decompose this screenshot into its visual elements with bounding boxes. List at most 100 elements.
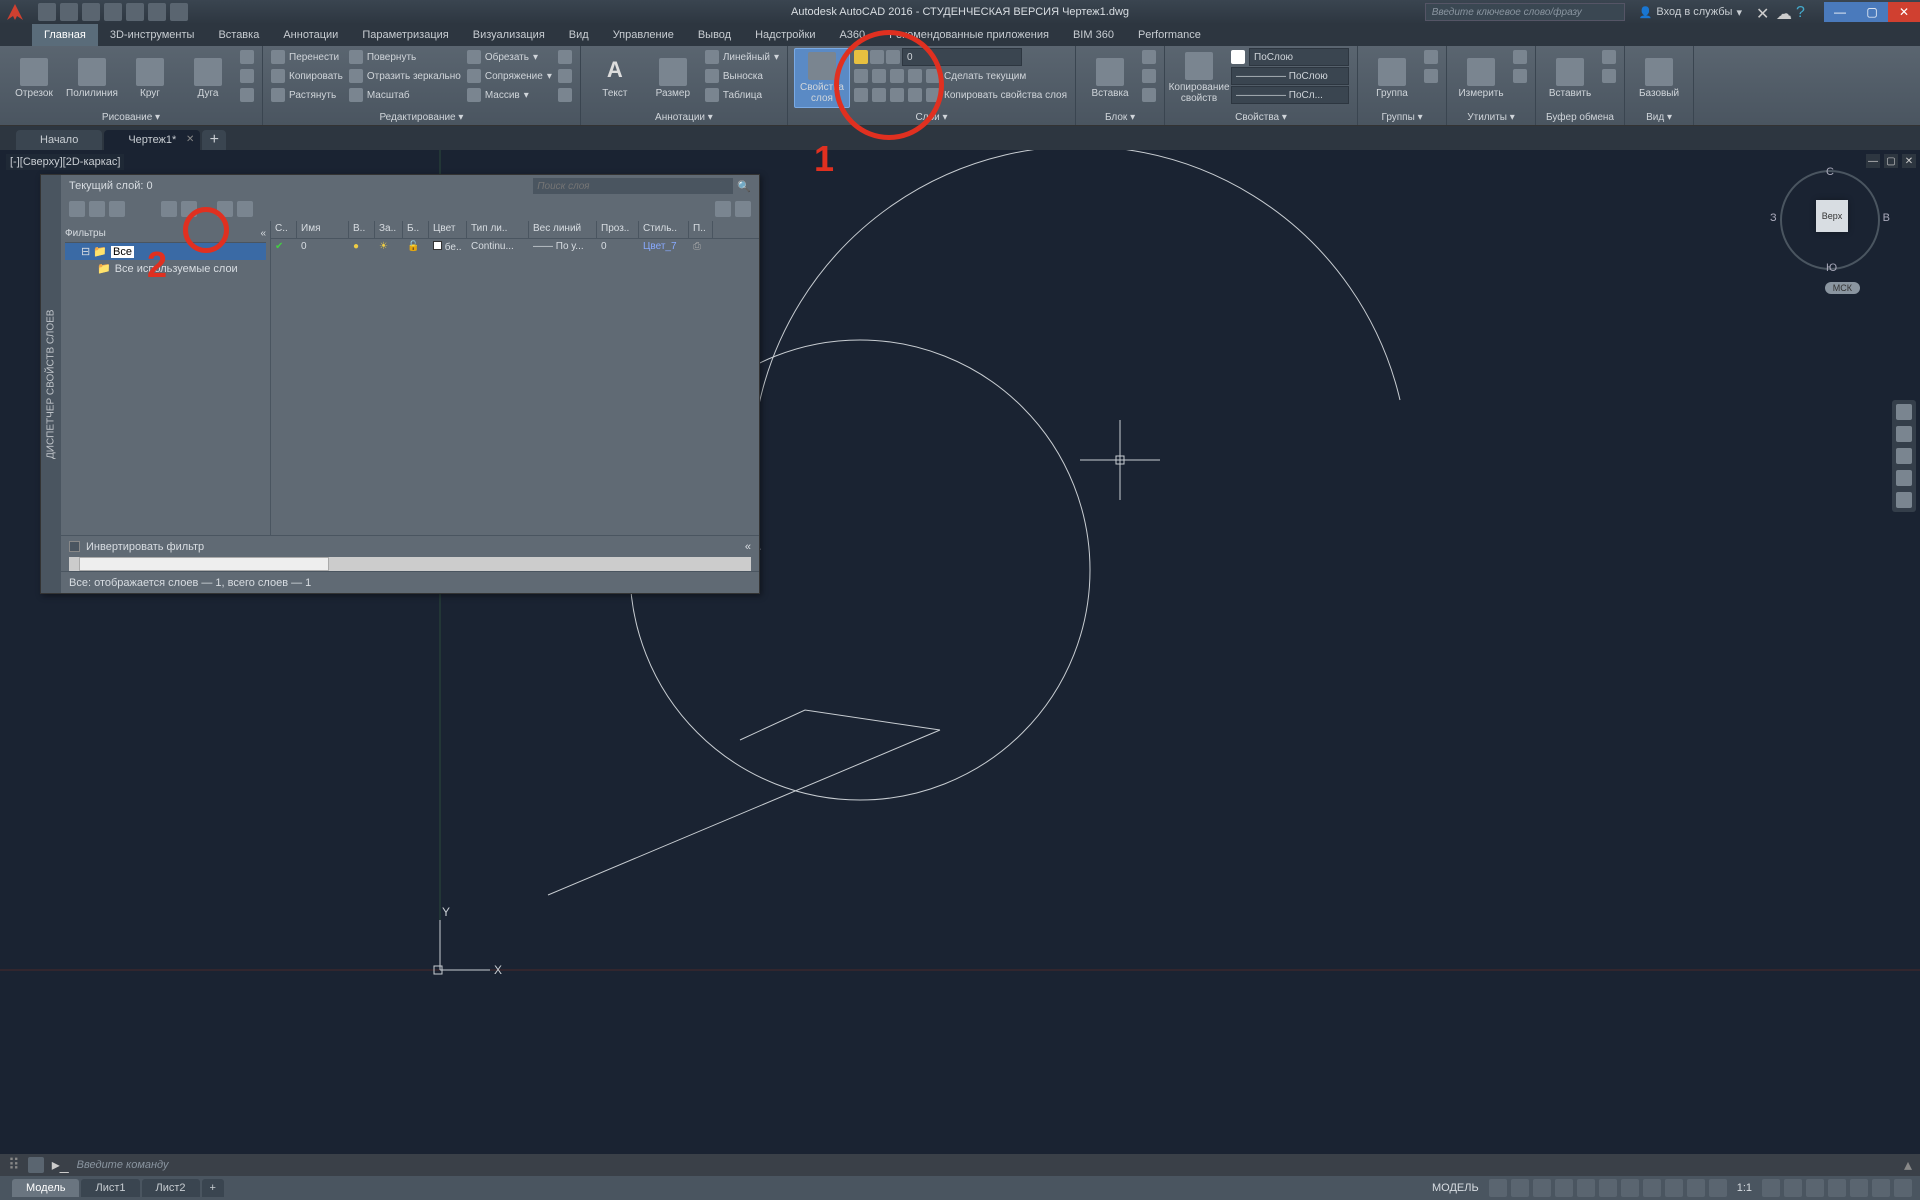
copy-clip-button[interactable]: [1600, 67, 1618, 85]
draw-extra-3[interactable]: [238, 86, 256, 104]
scale-button[interactable]: Масштаб: [347, 86, 463, 104]
qat-redo-icon[interactable]: [170, 3, 188, 21]
new-filter-icon[interactable]: [69, 201, 85, 217]
modify-ex3[interactable]: [556, 86, 574, 104]
col-lock[interactable]: Б..: [403, 221, 429, 238]
leader-button[interactable]: Выноска: [703, 67, 781, 85]
hardware-accel-icon[interactable]: [1828, 1179, 1846, 1197]
ortho-toggle-icon[interactable]: [1533, 1179, 1551, 1197]
tab-parametric[interactable]: Параметризация: [350, 24, 460, 46]
col-freeze[interactable]: За..: [375, 221, 403, 238]
customize-icon[interactable]: [1894, 1179, 1912, 1197]
match-props-button[interactable]: Копирование свойств: [1171, 48, 1227, 108]
text-button[interactable]: AТекст: [587, 48, 643, 108]
col-lineweight[interactable]: Вес линий: [529, 221, 597, 238]
exchange-icon[interactable]: ✕: [1756, 4, 1772, 20]
line-button[interactable]: Отрезок: [6, 48, 62, 108]
transparency-toggle-icon[interactable]: [1643, 1179, 1661, 1197]
col-status[interactable]: С..: [271, 221, 297, 238]
util-1[interactable]: [1511, 48, 1529, 66]
block-attr[interactable]: [1140, 86, 1158, 104]
otrack-toggle-icon[interactable]: [1599, 1179, 1617, 1197]
layout-add-button[interactable]: +: [202, 1179, 224, 1197]
cmdline-prompt-icon[interactable]: [28, 1157, 44, 1173]
showmotion-icon[interactable]: [1896, 492, 1912, 508]
col-linetype[interactable]: Тип ли..: [467, 221, 529, 238]
draw-extra-1[interactable]: [238, 48, 256, 66]
anno-visibility-icon[interactable]: [1762, 1179, 1780, 1197]
linear-dim-button[interactable]: Линейный▾: [703, 48, 781, 66]
layout-sheet2[interactable]: Лист2: [142, 1179, 200, 1197]
help-icon[interactable]: ?: [1796, 4, 1812, 20]
tab-addins[interactable]: Надстройки: [743, 24, 827, 46]
drawing-canvas[interactable]: [-][Сверху][2D-каркас] — ▢ ✕ X Y Ве: [0, 150, 1920, 1154]
polar-toggle-icon[interactable]: [1555, 1179, 1573, 1197]
maximize-button[interactable]: ▢: [1856, 2, 1888, 22]
lweight-toggle-icon[interactable]: [1621, 1179, 1639, 1197]
tab-featured[interactable]: Рекомендованные приложения: [877, 24, 1061, 46]
move-button[interactable]: Перенести: [269, 48, 345, 66]
new-layer-icon[interactable]: [161, 201, 177, 217]
tab-a360[interactable]: A360: [827, 24, 877, 46]
panel-block-label[interactable]: Блок ▾: [1082, 109, 1158, 125]
panel-props-label[interactable]: Свойства ▾: [1171, 109, 1351, 125]
linetype-dropdown[interactable]: ————— ПоСл...: [1229, 86, 1351, 104]
refresh-icon[interactable]: [715, 201, 731, 217]
group-edit-button[interactable]: [1422, 67, 1440, 85]
array-button[interactable]: Массив▾: [465, 86, 554, 104]
set-current-icon[interactable]: [237, 201, 253, 217]
panel-groups-label[interactable]: Группы ▾: [1364, 109, 1440, 125]
layer-dropdown[interactable]: 0: [852, 48, 1069, 66]
table-button[interactable]: Таблица: [703, 86, 781, 104]
zoom-extents-icon[interactable]: [1896, 448, 1912, 464]
panel-view-label[interactable]: Вид ▾: [1631, 109, 1687, 125]
orbit-icon[interactable]: [1896, 470, 1912, 486]
copy-button[interactable]: Копировать: [269, 67, 345, 85]
arc-button[interactable]: Дуга: [180, 48, 236, 108]
tab-close-icon[interactable]: ✕: [186, 134, 194, 145]
draw-extra-2[interactable]: [238, 67, 256, 85]
paste-button[interactable]: Вставить: [1542, 48, 1598, 108]
polyline-button[interactable]: Полилиния: [64, 48, 120, 108]
panel-clip-label[interactable]: Буфер обмена: [1542, 109, 1618, 125]
layout-sheet1[interactable]: Лист1: [81, 1179, 139, 1197]
wcs-badge[interactable]: МСК: [1825, 282, 1860, 294]
tab-view[interactable]: Вид: [557, 24, 601, 46]
fillet-button[interactable]: Сопряжение▾: [465, 67, 554, 85]
layer-properties-button[interactable]: Свойства слоя: [794, 48, 850, 108]
cycling-toggle-icon[interactable]: [1665, 1179, 1683, 1197]
cut-button[interactable]: [1600, 48, 1618, 66]
help-search-input[interactable]: Введите ключевое слово/фразу: [1425, 3, 1625, 21]
tab-annotate[interactable]: Аннотации: [271, 24, 350, 46]
mirror-button[interactable]: Отразить зеркально: [347, 67, 463, 85]
col-on[interactable]: В..: [349, 221, 375, 238]
panel-draw-label[interactable]: Рисование ▾: [6, 109, 256, 125]
minimize-button[interactable]: —: [1824, 2, 1856, 22]
cloud-icon[interactable]: ☁: [1776, 4, 1792, 20]
tab-3dtools[interactable]: 3D-инструменты: [98, 24, 207, 46]
modify-ex2[interactable]: [556, 67, 574, 85]
app-logo[interactable]: [4, 1, 26, 23]
viewcube-top-face[interactable]: Верх: [1816, 200, 1848, 232]
anno-monitor-icon[interactable]: [1806, 1179, 1824, 1197]
tab-output[interactable]: Вывод: [686, 24, 743, 46]
horizontal-scrollbar[interactable]: [69, 557, 751, 571]
col-name[interactable]: Имя: [297, 221, 349, 238]
circle-button[interactable]: Круг: [122, 48, 178, 108]
osnap-toggle-icon[interactable]: [1577, 1179, 1595, 1197]
modify-ex1[interactable]: [556, 48, 574, 66]
scrollbar-thumb[interactable]: [79, 557, 329, 571]
layer-states-icon[interactable]: [109, 201, 125, 217]
dynucs-toggle-icon[interactable]: [1687, 1179, 1705, 1197]
col-plotstyle[interactable]: Стиль..: [639, 221, 689, 238]
qat-saveas-icon[interactable]: [104, 3, 122, 21]
tab-insert[interactable]: Вставка: [206, 24, 271, 46]
tab-drawing1[interactable]: Чертеж1*✕: [104, 130, 200, 150]
ungroup-button[interactable]: [1422, 48, 1440, 66]
base-view-button[interactable]: Базовый: [1631, 48, 1687, 108]
new-layer-vp-icon[interactable]: [181, 201, 197, 217]
isolate-icon[interactable]: [1850, 1179, 1868, 1197]
tab-performance[interactable]: Performance: [1126, 24, 1213, 46]
layer-row-0[interactable]: ✔ 0 ● ☀ 🔓 бе.. Continu... —— По у... 0 Ц…: [271, 239, 759, 257]
close-button[interactable]: ✕: [1888, 2, 1920, 22]
